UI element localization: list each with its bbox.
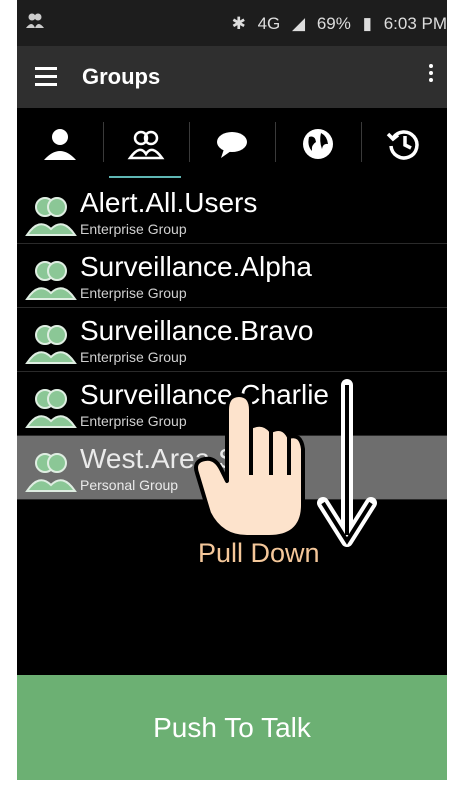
group-type: Enterprise Group: [80, 349, 187, 365]
active-tab-indicator: [109, 176, 181, 178]
group-name: Surveillance.Charlie: [80, 379, 330, 410]
chat-icon: [217, 132, 247, 158]
signal-icon: ◢: [292, 14, 306, 33]
group-avatar-icon: [25, 197, 77, 236]
tab-divider: [189, 122, 190, 162]
group-row-surveillance-bravo[interactable]: Surveillance.Bravo Enterprise Group: [17, 308, 447, 372]
tab-web[interactable]: [275, 108, 361, 180]
group-type: Personal Group: [80, 477, 179, 493]
group-name: West.Area.Staff: [80, 443, 276, 474]
network-type: 4G: [257, 14, 281, 33]
group-row-surveillance-alpha[interactable]: Surveillance.Alpha Enterprise Group: [17, 244, 447, 308]
group-row-surveillance-charlie[interactable]: Surveillance.Charlie Enterprise Group: [17, 372, 447, 436]
group-type: Enterprise Group: [80, 221, 187, 237]
bluetooth-icon: ✱: [231, 14, 246, 33]
tab-groups[interactable]: [103, 108, 189, 180]
group-list: Alert.All.Users Enterprise Group Surveil…: [17, 180, 447, 500]
history-icon: [386, 130, 419, 160]
tab-divider: [275, 122, 276, 162]
group-avatar-icon: [25, 325, 77, 364]
push-to-talk-button[interactable]: Push To Talk: [17, 675, 447, 780]
group-avatar-icon: [25, 389, 77, 428]
battery-percent: 69%: [316, 14, 351, 33]
pull-down-label: Pull Down: [198, 538, 320, 568]
tab-history[interactable]: [361, 108, 447, 180]
hamburger-menu-icon[interactable]: [35, 67, 57, 87]
app-bar: Groups: [17, 46, 447, 108]
person-icon: [44, 129, 76, 160]
tab-bar: [17, 108, 447, 180]
tab-divider: [103, 122, 104, 162]
clock: 6:03 PM: [383, 14, 447, 33]
group-type: Enterprise Group: [80, 413, 187, 429]
battery-icon: ▮: [362, 14, 372, 33]
tab-contacts[interactable]: [17, 108, 103, 180]
tab-messages[interactable]: [189, 108, 275, 180]
group-icon: [127, 130, 165, 160]
group-row-west-area-staff[interactable]: West.Area.Staff Personal Group: [17, 436, 447, 500]
group-name: Surveillance.Alpha: [80, 251, 312, 282]
page-title: Groups: [82, 64, 161, 89]
app-notification-icon: [25, 12, 45, 35]
tab-divider: [361, 122, 362, 162]
group-name: Alert.All.Users: [80, 187, 258, 218]
globe-icon: [303, 129, 333, 159]
group-row-alert-all-users[interactable]: Alert.All.Users Enterprise Group: [17, 180, 447, 244]
group-avatar-icon: [25, 453, 77, 492]
phone-screen: ✱ 4G ◢ 69% ▮ 6:03 PM Groups Alert.All.Us…: [17, 0, 447, 780]
group-name: Surveillance.Bravo: [80, 315, 314, 346]
group-type: Enterprise Group: [80, 285, 187, 301]
status-bar: ✱ 4G ◢ 69% ▮ 6:03 PM: [17, 0, 447, 46]
overflow-menu-icon[interactable]: [429, 64, 435, 85]
group-avatar-icon: [25, 261, 77, 300]
